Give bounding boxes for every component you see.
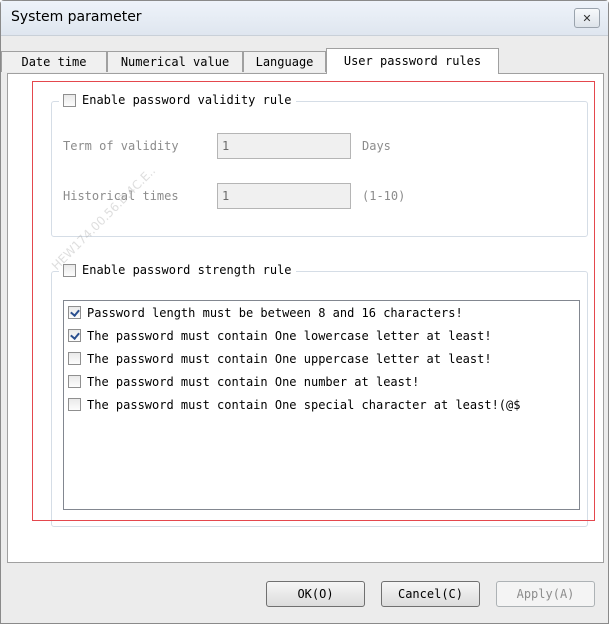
system-parameter-dialog: System parameter ✕ Date time Numerical v… [0,0,609,624]
title-bar: System parameter ✕ [1,1,608,36]
term-of-validity-label: Term of validity [63,139,179,153]
validity-rule-label: Enable password validity rule [82,93,292,107]
rule-checkbox[interactable] [68,375,81,388]
validity-rule-group [51,101,588,237]
tab-date-time[interactable]: Date time [1,51,107,72]
ok-button[interactable]: OK(O) [266,581,365,607]
term-unit-label: Days [362,139,391,153]
list-item[interactable]: The password must contain One number at … [64,370,579,393]
strength-rule-label: Enable password strength rule [82,263,292,277]
validity-rule-legend: Enable password validity rule [59,93,296,107]
list-item[interactable]: The password must contain One lowercase … [64,324,579,347]
rule-label: The password must contain One uppercase … [87,351,492,366]
window-title: System parameter [11,9,142,25]
list-item[interactable]: The password must contain One uppercase … [64,347,579,370]
tab-language[interactable]: Language [243,51,326,72]
strength-rule-checkbox[interactable] [63,263,76,277]
list-item[interactable]: The password must contain One special ch… [64,393,579,416]
rule-label: The password must contain One lowercase … [87,328,492,343]
apply-button[interactable]: Apply(A) [496,581,595,607]
historical-times-label: Historical times [63,189,179,203]
validity-rule-checkbox[interactable] [63,93,76,107]
term-of-validity-input[interactable]: 1 [217,133,351,159]
rule-checkbox[interactable] [68,306,81,319]
cancel-button[interactable]: Cancel(C) [381,581,480,607]
strength-rule-legend: Enable password strength rule [59,263,296,277]
close-button[interactable]: ✕ [574,8,600,28]
tab-user-password-rules[interactable]: User password rules [326,48,499,74]
tab-numerical-value[interactable]: Numerical value [107,51,243,72]
rule-checkbox[interactable] [68,352,81,365]
historical-times-input[interactable]: 1 [217,183,351,209]
historical-range-label: (1-10) [362,189,406,203]
close-icon: ✕ [582,11,592,25]
rule-label: The password must contain One number at … [87,374,420,389]
strength-rules-list[interactable]: Password length must be between 8 and 16… [63,300,580,510]
rule-checkbox[interactable] [68,398,81,411]
rule-label: The password must contain One special ch… [87,397,521,412]
list-item[interactable]: Password length must be between 8 and 16… [64,301,579,324]
rule-checkbox[interactable] [68,329,81,342]
rule-label: Password length must be between 8 and 16… [87,305,463,320]
